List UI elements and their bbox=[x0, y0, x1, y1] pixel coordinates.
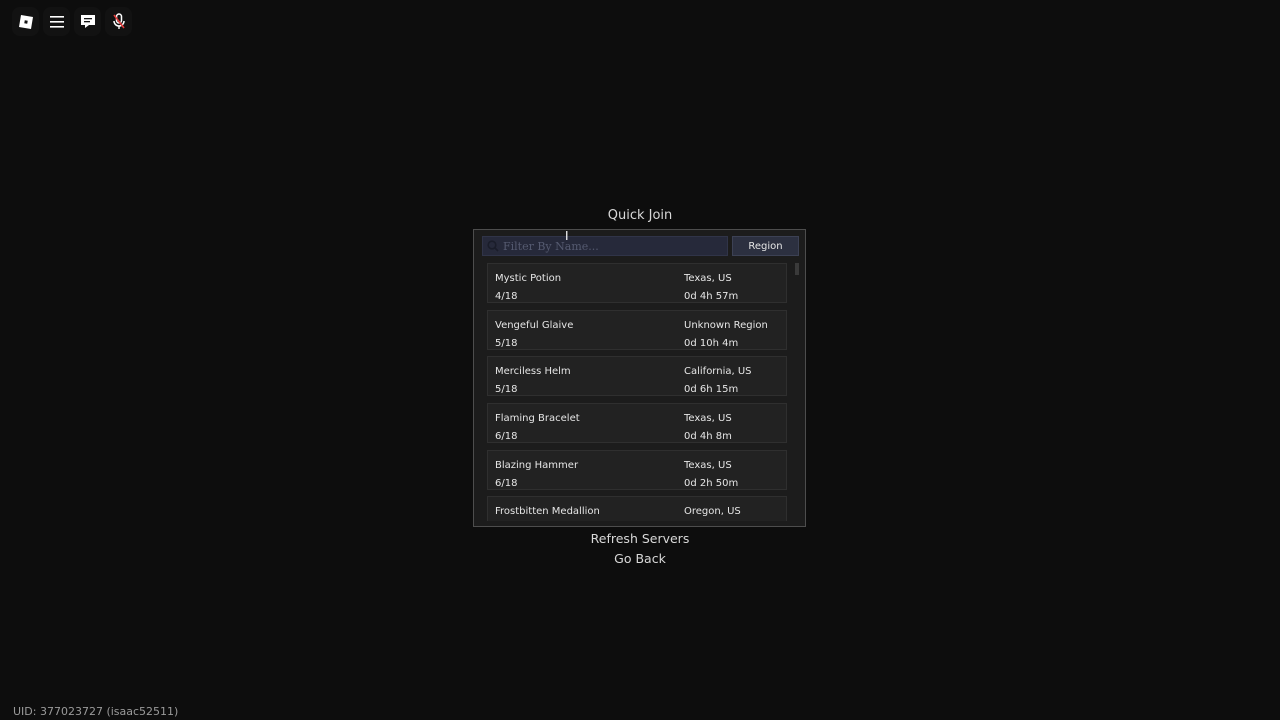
quick-join-panel: Region Mystic Potion 4/18 Texas, US 0d 4… bbox=[473, 229, 806, 527]
refresh-servers-button[interactable]: Refresh Servers bbox=[0, 531, 1280, 546]
quick-join-title: Quick Join bbox=[607, 208, 673, 223]
server-region: Unknown Region bbox=[684, 320, 768, 331]
microphone-button[interactable] bbox=[105, 7, 132, 36]
server-region: Texas, US bbox=[684, 460, 732, 471]
microphone-muted-icon bbox=[112, 13, 125, 29]
server-uptime: 0d 10h 4m bbox=[684, 338, 739, 349]
server-players: 5/18 bbox=[495, 338, 518, 349]
filter-by-name-input[interactable] bbox=[503, 239, 713, 253]
chat-icon bbox=[80, 15, 95, 28]
user-id-label: UID: 377023727 (isaac52511) bbox=[13, 705, 179, 718]
roblox-logo-icon bbox=[18, 14, 33, 29]
top-bar bbox=[12, 7, 132, 36]
server-region: Texas, US bbox=[684, 273, 732, 284]
scrollbar-thumb[interactable] bbox=[795, 263, 799, 275]
server-row[interactable]: Frostbitten Medallion Oregon, US bbox=[487, 496, 787, 521]
server-players: 6/18 bbox=[495, 431, 518, 442]
text-cursor-icon: I bbox=[565, 229, 569, 243]
server-row[interactable]: Blazing Hammer 6/18 Texas, US 0d 2h 50m bbox=[487, 450, 787, 490]
server-region: Texas, US bbox=[684, 413, 732, 424]
server-list[interactable]: Mystic Potion 4/18 Texas, US 0d 4h 57m V… bbox=[482, 263, 800, 521]
region-button[interactable]: Region bbox=[732, 236, 799, 256]
server-uptime: 0d 2h 50m bbox=[684, 478, 739, 489]
server-players: 4/18 bbox=[495, 291, 518, 302]
server-row[interactable]: Flaming Bracelet 6/18 Texas, US 0d 4h 8m bbox=[487, 403, 787, 443]
chat-button[interactable] bbox=[74, 7, 101, 36]
menu-icon bbox=[49, 15, 64, 28]
server-name: Vengeful Glaive bbox=[495, 320, 574, 331]
server-uptime: 0d 6h 15m bbox=[684, 384, 739, 395]
go-back-button[interactable]: Go Back bbox=[0, 551, 1280, 566]
server-row[interactable]: Mystic Potion 4/18 Texas, US 0d 4h 57m bbox=[487, 263, 787, 303]
server-row[interactable]: Merciless Helm 5/18 California, US 0d 6h… bbox=[487, 356, 787, 396]
server-region: California, US bbox=[684, 366, 752, 377]
server-name: Blazing Hammer bbox=[495, 460, 579, 471]
server-region: Oregon, US bbox=[684, 506, 741, 517]
server-players: 6/18 bbox=[495, 478, 518, 489]
roblox-menu-button[interactable] bbox=[12, 7, 39, 36]
server-players: 5/18 bbox=[495, 384, 518, 395]
server-uptime: 0d 4h 8m bbox=[684, 431, 732, 442]
server-name: Mystic Potion bbox=[495, 273, 562, 284]
search-icon bbox=[487, 240, 499, 252]
search-box bbox=[482, 236, 728, 256]
scrollbar-track[interactable] bbox=[794, 263, 800, 521]
server-name: Flaming Bracelet bbox=[495, 413, 580, 424]
server-uptime: 0d 4h 57m bbox=[684, 291, 739, 302]
server-name: Frostbitten Medallion bbox=[495, 506, 600, 517]
server-row[interactable]: Vengeful Glaive 5/18 Unknown Region 0d 1… bbox=[487, 310, 787, 350]
server-name: Merciless Helm bbox=[495, 366, 571, 377]
hamburger-menu-button[interactable] bbox=[43, 7, 70, 36]
